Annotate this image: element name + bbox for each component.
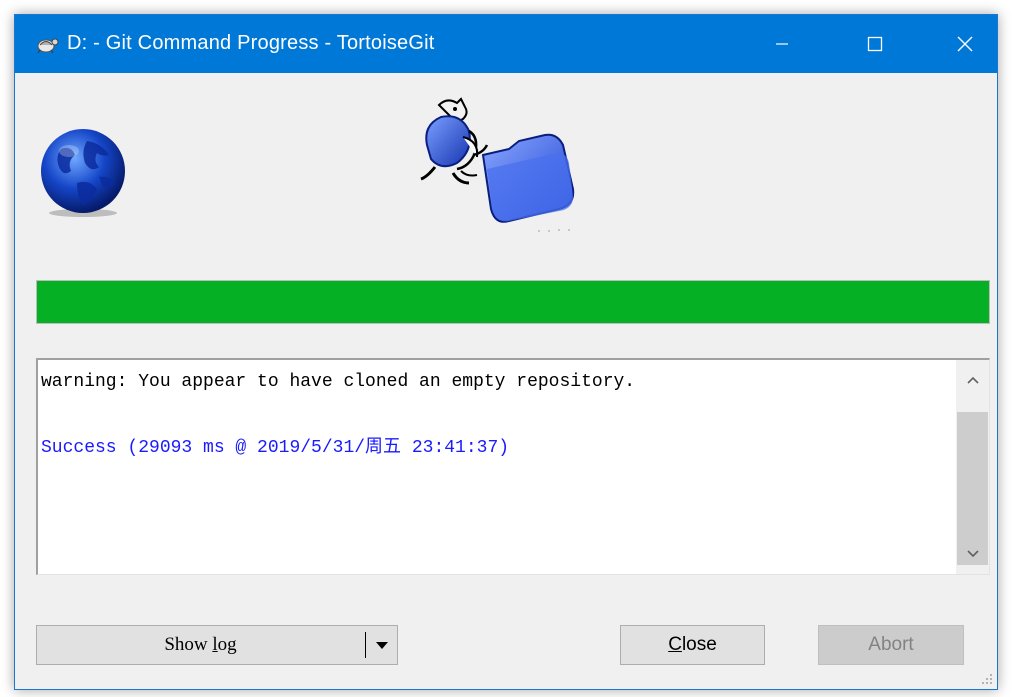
progress-bar bbox=[36, 280, 990, 324]
title-bar[interactable]: D: - Git Command Progress - TortoiseGit bbox=[15, 15, 997, 73]
close-button[interactable]: Close bbox=[620, 625, 765, 665]
abort-label: Abort bbox=[868, 634, 914, 655]
show-log-split-button[interactable]: Show l og bbox=[36, 625, 398, 665]
show-log-label-end: og bbox=[217, 634, 237, 655]
dropdown-arrow-icon bbox=[376, 642, 388, 649]
abort-button: Abort bbox=[818, 625, 964, 665]
globe-icon bbox=[41, 129, 125, 217]
split-divider bbox=[365, 632, 366, 658]
minimize-button[interactable] bbox=[742, 15, 822, 73]
log-line-warning: warning: You appear to have cloned an em… bbox=[41, 372, 636, 392]
show-log-button[interactable]: Show l og bbox=[37, 626, 364, 664]
show-log-dropdown-button[interactable] bbox=[367, 626, 397, 664]
progress-dialog: D: - Git Command Progress - TortoiseGit bbox=[14, 14, 998, 690]
chevron-down-icon bbox=[966, 550, 979, 558]
close-label-accelerator: C bbox=[668, 634, 682, 655]
log-line-success: Success (29093 ms @ 2019/5/31/周五 23:41:3… bbox=[41, 438, 510, 458]
tortoise-icon bbox=[37, 38, 59, 54]
minimize-icon bbox=[776, 43, 788, 45]
output-log[interactable]: warning: You appear to have cloned an em… bbox=[36, 358, 990, 575]
maximize-icon bbox=[867, 36, 883, 52]
chevron-up-icon bbox=[966, 376, 979, 384]
close-icon bbox=[957, 36, 973, 52]
scroll-down-button[interactable] bbox=[956, 534, 989, 574]
scroll-up-button[interactable] bbox=[956, 360, 989, 400]
window-close-button[interactable] bbox=[925, 15, 1005, 73]
tortoise-folder-icon bbox=[420, 97, 575, 232]
vertical-scrollbar[interactable] bbox=[956, 360, 989, 574]
resize-grip-icon[interactable] bbox=[979, 671, 993, 685]
window-title: D: - Git Command Progress - TortoiseGit bbox=[67, 32, 435, 54]
show-log-label-start: Show bbox=[164, 634, 213, 655]
progress-bar-fill bbox=[37, 281, 989, 323]
close-label-rest: lose bbox=[681, 634, 717, 655]
maximize-button[interactable] bbox=[835, 15, 915, 73]
